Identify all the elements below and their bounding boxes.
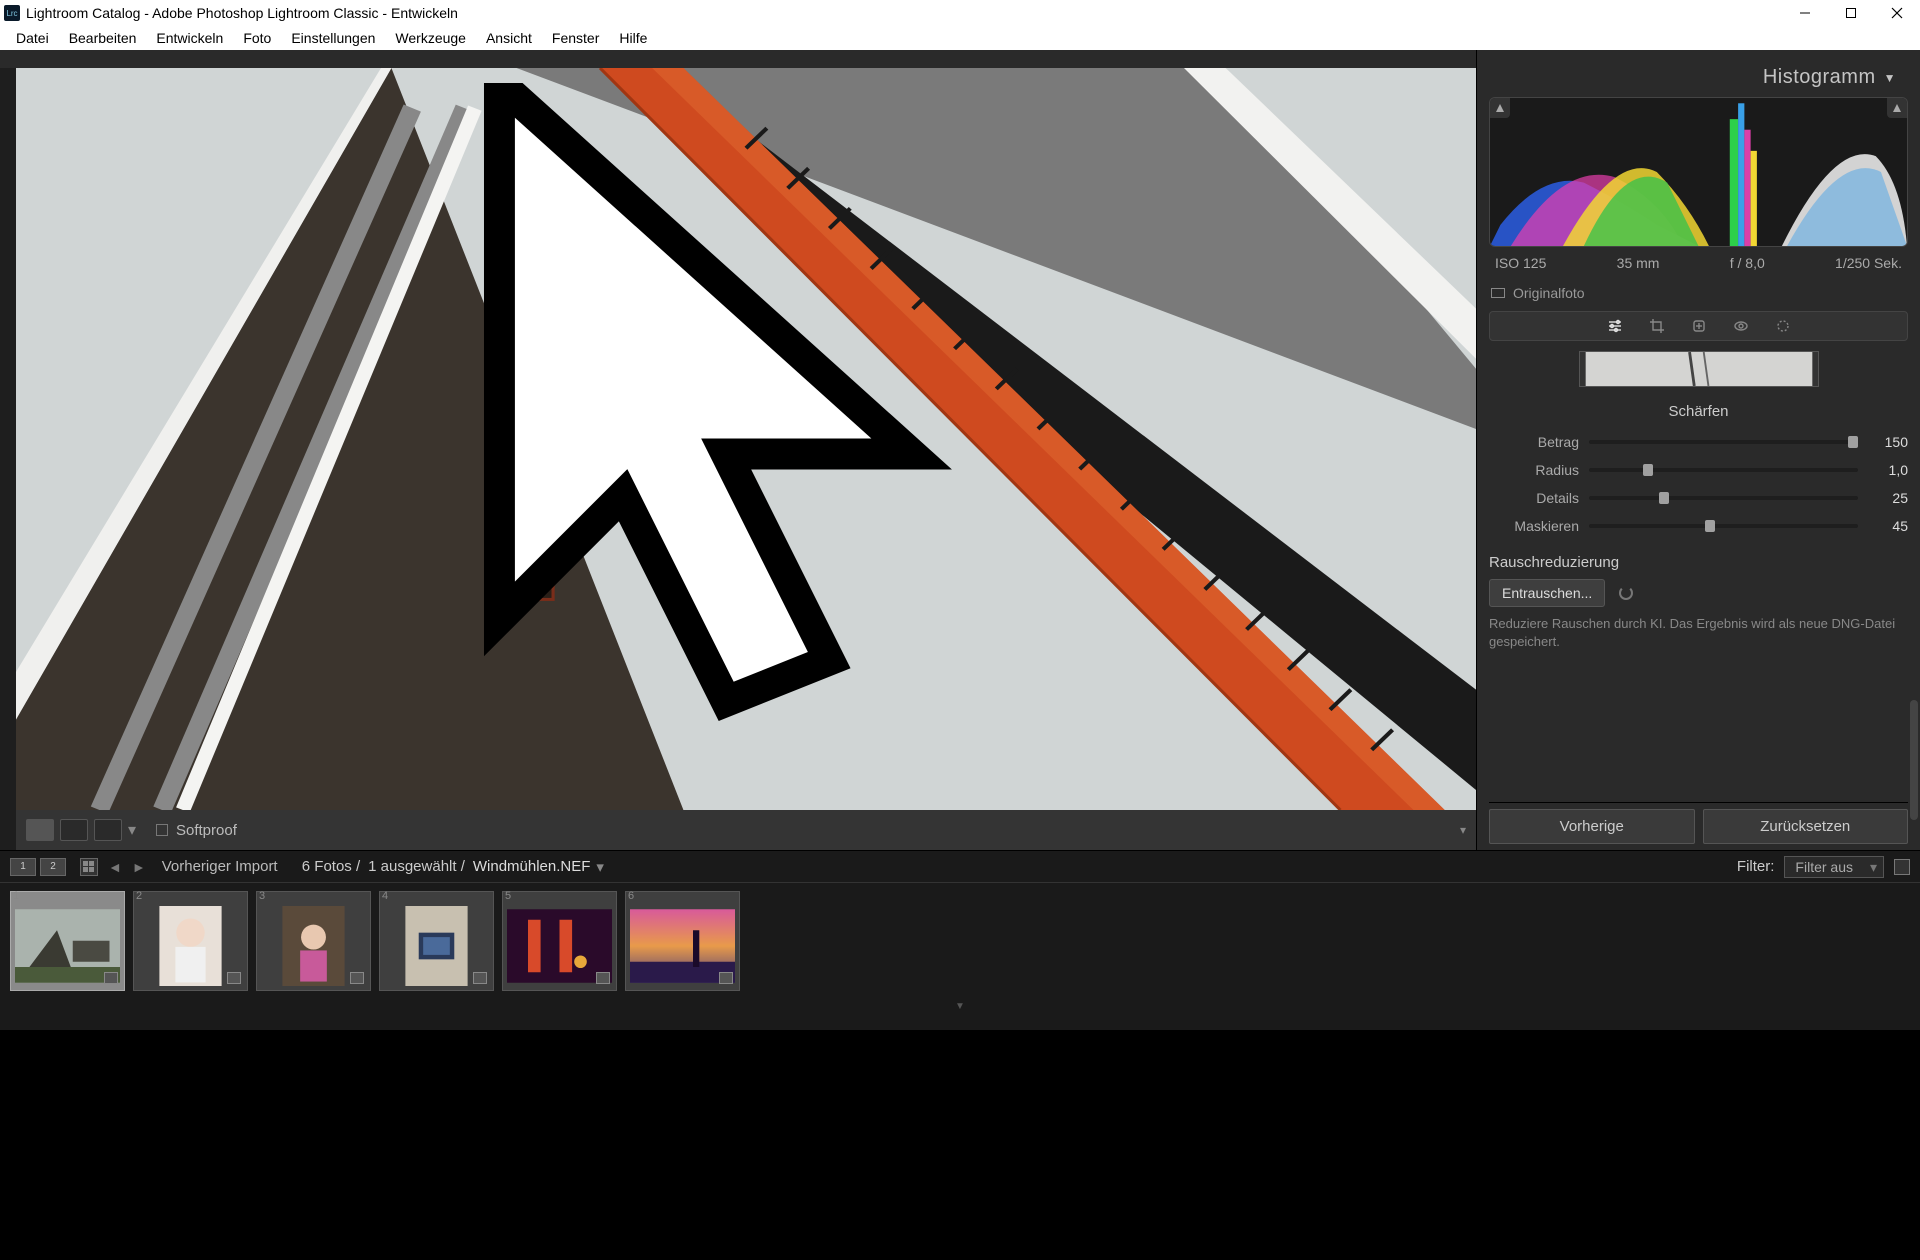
thumb-badge-icon <box>473 972 487 984</box>
thumbnail-3[interactable]: 3 <box>256 891 371 991</box>
filter-label: Filter: <box>1737 858 1775 875</box>
edit-sliders-icon[interactable] <box>1606 317 1624 335</box>
loading-spinner-icon <box>1619 586 1633 600</box>
histogram-title: Histogramm <box>1763 66 1876 89</box>
slider-value[interactable]: 45 <box>1858 518 1908 534</box>
slider-label: Radius <box>1489 462 1589 478</box>
slider-betrag[interactable]: Betrag 150 <box>1489 428 1908 456</box>
primary-monitor-button[interactable]: 1 <box>10 858 36 876</box>
menu-bearbeiten[interactable]: Bearbeiten <box>59 26 147 50</box>
edit-tool-strip <box>1489 311 1908 341</box>
menu-foto[interactable]: Foto <box>233 26 281 50</box>
shadow-clipping-icon[interactable] <box>1490 98 1510 118</box>
softproof-checkbox[interactable] <box>156 824 168 836</box>
thumbnail-4[interactable]: 4 <box>379 891 494 991</box>
exif-focal: 35 mm <box>1617 255 1660 271</box>
exif-aperture: f / 8,0 <box>1730 255 1765 271</box>
app-icon: Lrc <box>4 5 20 21</box>
image-canvas[interactable] <box>16 68 1476 810</box>
menu-einstellungen[interactable]: Einstellungen <box>281 26 385 50</box>
thumbnail-5[interactable]: 5 <box>502 891 617 991</box>
menu-datei[interactable]: Datei <box>6 26 59 50</box>
reset-button[interactable]: Zurücksetzen <box>1703 809 1909 844</box>
healing-icon[interactable] <box>1690 317 1708 335</box>
redeye-icon[interactable] <box>1732 317 1750 335</box>
canvas-top-strip <box>0 50 1476 68</box>
thumb-badge-icon <box>719 972 733 984</box>
grid-view-button[interactable] <box>80 858 98 876</box>
compare-view-button[interactable] <box>94 819 122 841</box>
original-photo-toggle[interactable]: Originalfoto <box>1489 279 1908 311</box>
current-filename[interactable]: Windmühlen.NEF <box>473 858 591 875</box>
menu-hilfe[interactable]: Hilfe <box>609 26 657 50</box>
thumb-badge-icon <box>227 972 241 984</box>
filmstrip-info-bar: 1 2 ◄ ► Vorheriger Import 6 Fotos / 1 au… <box>0 851 1920 883</box>
slider-value[interactable]: 1,0 <box>1858 462 1908 478</box>
thumbnail-1[interactable]: 1 <box>10 891 125 991</box>
filmstrip-area: 1 2 ◄ ► Vorheriger Import 6 Fotos / 1 au… <box>0 850 1920 1030</box>
previous-button[interactable]: Vorherige <box>1489 809 1695 844</box>
filename-dropdown-icon[interactable]: ▾ <box>596 858 604 876</box>
noise-reduction-title: Rauschreduzierung <box>1489 554 1908 571</box>
exif-shutter: 1/250 Sek. <box>1835 255 1902 271</box>
masking-icon[interactable] <box>1774 317 1792 335</box>
nav-back-icon[interactable]: ◄ <box>108 859 122 875</box>
menu-werkzeuge[interactable]: Werkzeuge <box>385 26 476 50</box>
loupe-view-button[interactable] <box>26 819 54 841</box>
thumbnail-2[interactable]: 2 <box>133 891 248 991</box>
minimize-button[interactable] <box>1782 0 1828 26</box>
menu-ansicht[interactable]: Ansicht <box>476 26 542 50</box>
crop-icon[interactable] <box>1648 317 1666 335</box>
photo-count: 6 Fotos / <box>302 858 360 875</box>
exif-iso: ISO 125 <box>1495 255 1546 271</box>
slider-value[interactable]: 150 <box>1858 434 1908 450</box>
slider-value[interactable]: 25 <box>1858 490 1908 506</box>
filter-lock-icon[interactable] <box>1894 859 1910 875</box>
highlight-clipping-icon[interactable] <box>1887 98 1907 118</box>
secondary-toolbar: ▾ Softproof ▾ <box>16 810 1476 850</box>
denoise-button[interactable]: Entrauschen... <box>1489 579 1605 607</box>
original-photo-icon <box>1491 288 1505 298</box>
thumb-badge-icon <box>104 972 118 984</box>
slider-maskieren[interactable]: Maskieren 45 <box>1489 512 1908 540</box>
view-options-dropdown-icon[interactable]: ▾ <box>128 819 138 841</box>
panel-scrollbar[interactable] <box>1910 700 1918 820</box>
nav-forward-icon[interactable]: ► <box>132 859 146 875</box>
softproof-label: Softproof <box>176 822 237 839</box>
noise-reduction-desc: Reduziere Rauschen durch KI. Das Ergebni… <box>1489 615 1908 651</box>
menu-fenster[interactable]: Fenster <box>542 26 609 50</box>
filmstrip-collapse-icon[interactable]: ▼ <box>0 999 1920 1014</box>
slider-label: Details <box>1489 490 1589 506</box>
exif-info: ISO 125 35 mm f / 8,0 1/250 Sek. <box>1489 247 1908 279</box>
original-photo-label: Originalfoto <box>1513 285 1585 301</box>
histogram-collapse-icon[interactable]: ▼ <box>1884 71 1896 85</box>
before-after-button[interactable] <box>60 819 88 841</box>
filmstrip[interactable]: 1 2 3 4 5 6 <box>0 883 1920 999</box>
thumb-badge-icon <box>596 972 610 984</box>
menu-entwickeln[interactable]: Entwickeln <box>146 26 233 50</box>
selected-count: 1 ausgewählt / <box>368 858 465 875</box>
source-path[interactable]: Vorheriger Import <box>162 858 278 875</box>
thumbnail-6[interactable]: 6 <box>625 891 740 991</box>
slider-label: Betrag <box>1489 434 1589 450</box>
close-button[interactable] <box>1874 0 1920 26</box>
detail-preview[interactable] <box>1579 351 1819 387</box>
workspace: ▾ Softproof ▾ Histogramm ▼ <box>0 50 1920 850</box>
toolbar-collapse-icon[interactable]: ▾ <box>1460 823 1466 837</box>
window-title: Lightroom Catalog - Adobe Photoshop Ligh… <box>26 5 1782 21</box>
maximize-button[interactable] <box>1828 0 1874 26</box>
develop-panel: Histogramm ▼ ISO 1 <box>1476 50 1920 850</box>
slider-label: Maskieren <box>1489 518 1589 534</box>
title-bar: Lrc Lightroom Catalog - Adobe Photoshop … <box>0 0 1920 26</box>
menu-bar: Datei Bearbeiten Entwickeln Foto Einstel… <box>0 26 1920 50</box>
slider-radius[interactable]: Radius 1,0 <box>1489 456 1908 484</box>
secondary-monitor-button[interactable]: 2 <box>40 858 66 876</box>
histogram-display[interactable] <box>1489 97 1908 247</box>
thumb-badge-icon <box>350 972 364 984</box>
sharpen-section-title: Schärfen <box>1489 403 1908 420</box>
slider-details[interactable]: Details 25 <box>1489 484 1908 512</box>
filter-select[interactable]: Filter aus ▾ <box>1784 856 1884 878</box>
